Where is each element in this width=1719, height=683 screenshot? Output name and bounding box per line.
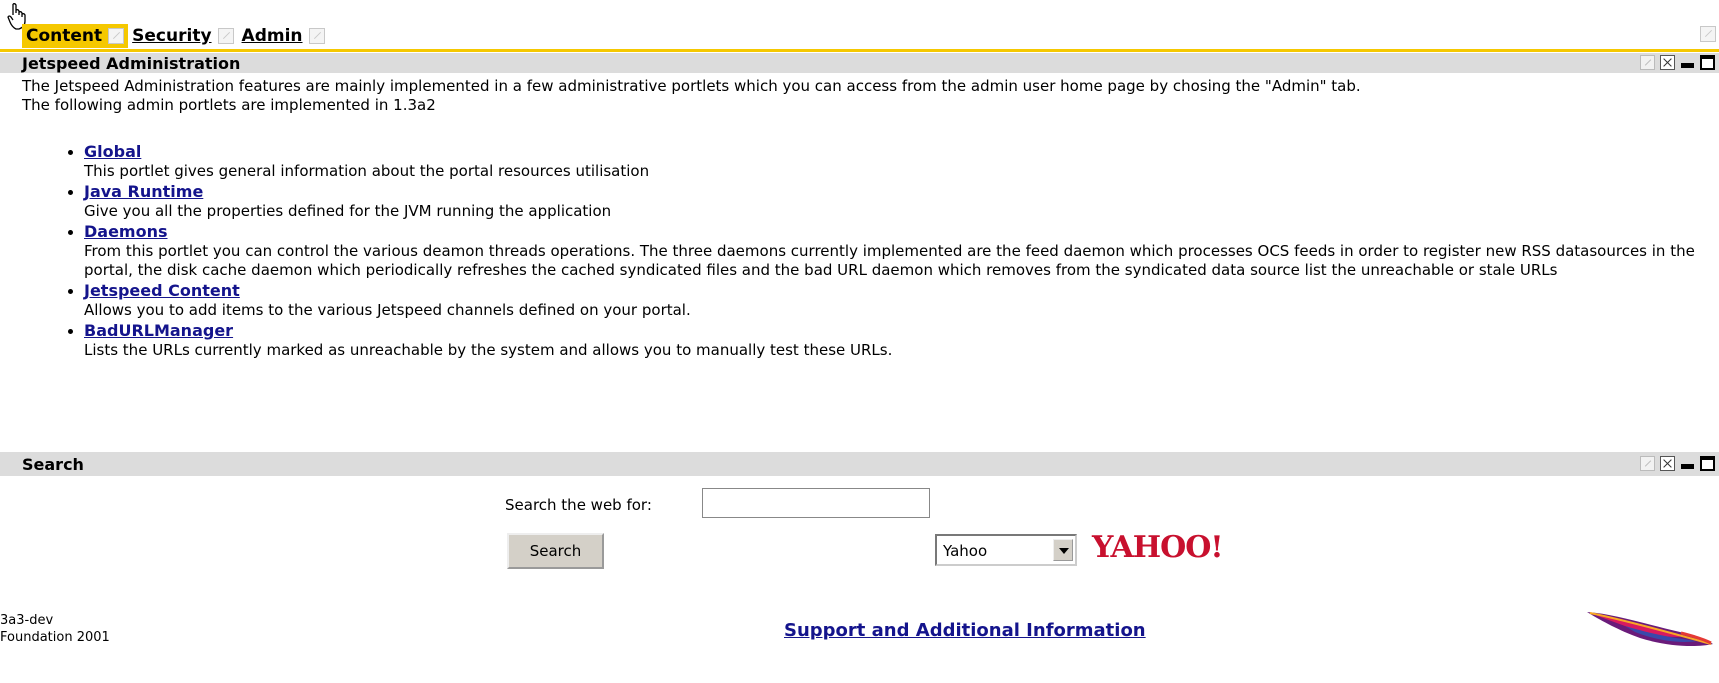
portlet-title: Jetspeed Administration <box>22 54 241 73</box>
edit-icon[interactable] <box>108 28 125 44</box>
tabs: Content Security Admin <box>22 24 329 48</box>
tab-content[interactable]: Content <box>22 24 129 48</box>
chevron-down-icon[interactable] <box>1053 539 1073 561</box>
edit-icon[interactable] <box>217 28 234 44</box>
item-description: From this portlet you can control the va… <box>84 242 1695 279</box>
item-description: Allows you to add items to the various J… <box>84 301 691 319</box>
item-description: Give you all the properties defined for … <box>84 202 612 220</box>
minimize-icon[interactable] <box>1680 55 1695 70</box>
edit-icon[interactable] <box>1640 55 1655 70</box>
link-java-runtime[interactable]: Java Runtime <box>84 182 203 201</box>
link-daemons[interactable]: Daemons <box>84 222 168 241</box>
edit-icon[interactable] <box>1640 456 1655 471</box>
link-global[interactable]: Global <box>84 142 141 161</box>
tab-label: Admin <box>241 26 303 46</box>
close-icon[interactable] <box>1660 55 1675 70</box>
portlet-controls <box>1640 456 1715 471</box>
tab-label: Security <box>132 26 212 46</box>
admin-portlet-list: Global This portlet gives general inform… <box>62 142 1704 361</box>
link-jetspeed-content[interactable]: Jetspeed Content <box>84 281 240 300</box>
minimize-icon[interactable] <box>1680 456 1695 471</box>
footer-version: 3a3-dev Foundation 2001 <box>0 612 110 646</box>
edit-icon[interactable] <box>308 28 325 44</box>
yahoo-logo: YAHOO! <box>1092 530 1224 565</box>
copyright-text: Foundation 2001 <box>0 630 110 645</box>
apache-feather-icon <box>1587 612 1713 646</box>
intro-text: The Jetspeed Administration features are… <box>22 77 1361 95</box>
maximize-icon[interactable] <box>1700 456 1715 471</box>
admin-intro: The Jetspeed Administration features are… <box>22 77 1702 115</box>
link-badurlmanager[interactable]: BadURLManager <box>84 321 233 340</box>
list-item: BadURLManager Lists the URLs currently m… <box>84 321 1704 360</box>
item-description: Lists the URLs currently marked as unrea… <box>84 341 893 359</box>
admin-portlet-header: Jetspeed Administration <box>0 53 1719 73</box>
version-text: 3a3-dev <box>0 613 54 628</box>
search-engine-select[interactable]: Yahoo <box>935 534 1077 566</box>
close-icon[interactable] <box>1660 456 1675 471</box>
portlet-title: Search <box>22 455 84 474</box>
tab-bar: Content Security Admin <box>0 22 1719 52</box>
search-label: Search the web for: <box>505 496 652 514</box>
list-item: Global This portlet gives general inform… <box>84 142 1704 181</box>
edit-page-icon[interactable] <box>1700 26 1716 42</box>
portlet-controls <box>1640 55 1715 70</box>
intro-text: The following admin portlets are impleme… <box>22 96 436 114</box>
tab-security[interactable]: Security <box>128 24 237 48</box>
search-portlet-header: Search <box>0 452 1719 476</box>
maximize-icon[interactable] <box>1700 55 1715 70</box>
selected-engine: Yahoo <box>943 542 988 560</box>
list-item: Jetspeed Content Allows you to add items… <box>84 281 1704 320</box>
list-item: Daemons From this portlet you can contro… <box>84 222 1704 280</box>
search-button[interactable]: Search <box>507 533 604 569</box>
tab-admin[interactable]: Admin <box>238 24 329 48</box>
list-item: Java Runtime Give you all the properties… <box>84 182 1704 221</box>
support-link[interactable]: Support and Additional Information <box>784 620 1146 641</box>
search-input[interactable] <box>702 488 930 518</box>
item-description: This portlet gives general information a… <box>84 162 650 180</box>
tab-label: Content <box>26 26 103 46</box>
